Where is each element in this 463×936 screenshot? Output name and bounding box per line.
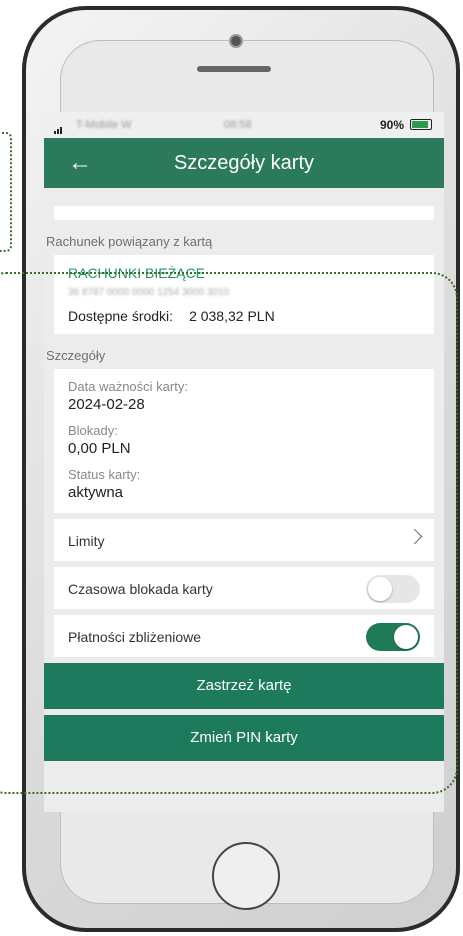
- status-time: 08:58: [224, 119, 252, 131]
- account-name: RACHUNKI BIEŻĄCE: [68, 265, 205, 281]
- temp-block-toggle[interactable]: [366, 575, 420, 603]
- available-funds: Dostępne środki: 2 038,32 PLN: [68, 308, 420, 324]
- app-header: ← Szczegóły karty: [44, 138, 444, 188]
- account-number: 36 8787 0000 0000 1254 3000 3010: [68, 287, 230, 298]
- blocks-value: 0,00 PLN: [68, 440, 131, 457]
- card-details-content: Rachunek powiązany z kartą RACHUNKI BIEŻ…: [44, 206, 444, 761]
- carrier-name: T-Mobile W: [76, 119, 132, 131]
- limits-row[interactable]: Limity: [54, 519, 434, 561]
- contactless-label: Płatności zbliżeniowe: [68, 629, 202, 645]
- expiry-value: 2024-02-28: [68, 396, 145, 413]
- temp-block-row: Czasowa blokada karty: [54, 567, 434, 609]
- details-card: Data ważności karty: 2024-02-28 Blokady:…: [54, 369, 434, 513]
- contactless-toggle[interactable]: [366, 623, 420, 651]
- page-title: Szczegóły karty: [173, 152, 315, 174]
- camera-icon: [229, 34, 243, 48]
- contactless-row: Płatności zbliżeniowe: [54, 615, 434, 657]
- signal-icon: [54, 122, 63, 134]
- status-bar: T-Mobile W 08:58 90%: [44, 112, 444, 138]
- temp-block-label: Czasowa blokada karty: [68, 581, 213, 597]
- change-pin-button[interactable]: Zmień PIN karty: [44, 715, 444, 761]
- linked-account-label: Rachunek powiązany z kartą: [46, 234, 213, 249]
- status-label: Status karty:: [68, 467, 141, 482]
- details-section-label: Szczegóły: [46, 348, 106, 363]
- side-marker: [0, 132, 12, 252]
- chevron-right-icon: [406, 528, 423, 545]
- phone-screen: T-Mobile W 08:58 90% ← Szczegóły karty R…: [44, 112, 444, 812]
- restrict-card-button[interactable]: Zastrzeż kartę: [44, 663, 444, 709]
- status-value: aktywna: [68, 484, 124, 501]
- card-preview: [54, 206, 434, 220]
- expiry-label: Data ważności karty:: [68, 379, 188, 394]
- limits-label: Limity: [68, 533, 105, 549]
- available-funds-label: Dostępne środki:: [68, 308, 174, 324]
- available-funds-value: 2 038,32 PLN: [189, 308, 275, 324]
- battery-percent: 90%: [379, 118, 404, 132]
- linked-account-card[interactable]: RACHUNKI BIEŻĄCE 36 8787 0000 0000 1254 …: [54, 255, 434, 334]
- speaker-icon: [197, 66, 271, 72]
- blocks-label: Blokady:: [68, 423, 118, 438]
- home-button[interactable]: [212, 842, 280, 910]
- battery-icon: [410, 119, 432, 130]
